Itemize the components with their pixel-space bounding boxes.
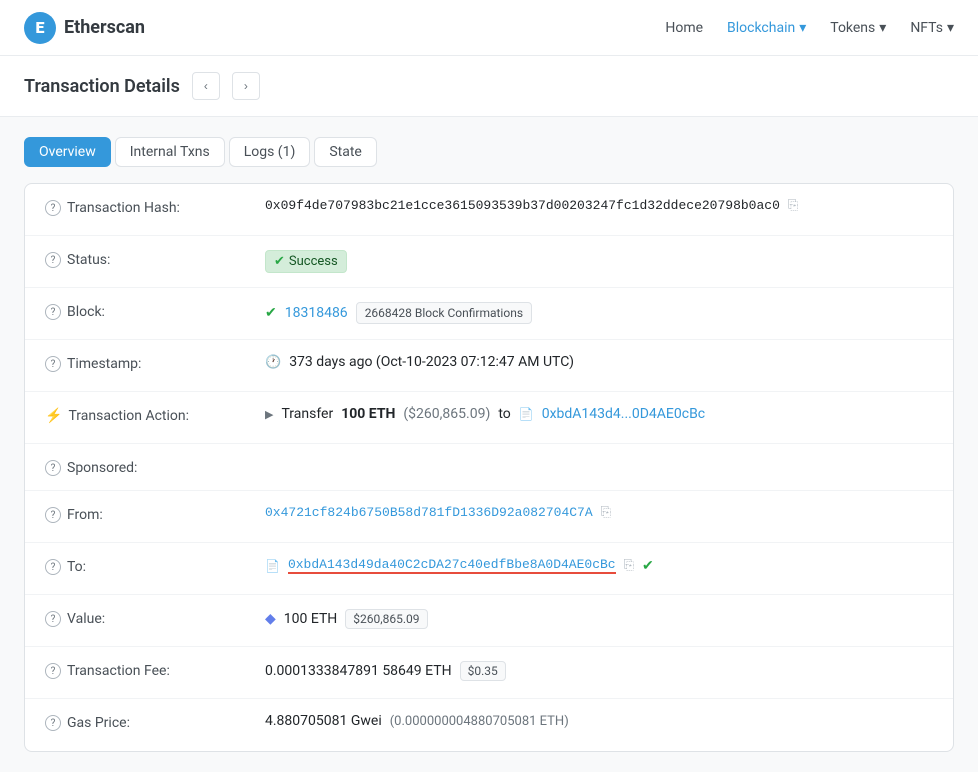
contract-doc-icon: 📄 [519, 407, 534, 421]
status-row: ? Status: ✔ Success [25, 236, 953, 288]
eth-diamond-icon: ◆ [265, 611, 276, 627]
transaction-fee-value: 0.0001333847891 58649 ETH $0.35 [265, 661, 933, 681]
to-row: ? To: 📄 0xbdA143d49da40C2cDA27c40edfBbe8… [25, 543, 953, 595]
value-amount: ◆ 100 ETH $260,865.09 [265, 609, 933, 629]
to-address-link[interactable]: 0xbdA143d49da40C2cDA27c40edfBbe8A0D4AE0c… [288, 557, 616, 574]
page-title: Transaction Details [24, 76, 180, 97]
nav-tokens[interactable]: Tokens ▾ [830, 20, 886, 36]
transaction-action-value: ▶ Transfer 100 ETH ($260,865.09) to 📄 0x… [265, 406, 933, 422]
prev-nav-button[interactable]: ‹ [192, 72, 220, 100]
logo[interactable]: E Etherscan [24, 12, 145, 44]
gas-price-label: ? Gas Price: [45, 713, 265, 731]
check-icon: ✔ [274, 254, 285, 269]
block-check-icon: ✔ [265, 305, 277, 321]
tab-overview[interactable]: Overview [24, 137, 111, 167]
nfts-chevron-icon: ▾ [947, 20, 954, 36]
header: E Etherscan Home Blockchain ▾ Tokens ▾ N… [0, 0, 978, 56]
from-help-icon[interactable]: ? [45, 507, 61, 523]
blockchain-chevron-icon: ▾ [799, 20, 806, 36]
clock-icon: 🕐 [265, 355, 281, 370]
block-help-icon[interactable]: ? [45, 304, 61, 320]
transaction-action-label: ⚡ Transaction Action: [45, 406, 265, 424]
gas-price-value: 4.880705081 Gwei (0.000000004880705081 E… [265, 713, 933, 729]
timestamp-label: ? Timestamp: [45, 354, 265, 372]
tabs-container: Overview Internal Txns Logs (1) State [24, 137, 954, 167]
to-doc-icon: 📄 [265, 559, 280, 573]
transaction-fee-label: ? Transaction Fee: [45, 661, 265, 679]
action-usd: ($260,865.09) [403, 406, 490, 422]
status-label: ? Status: [45, 250, 265, 268]
sponsored-label: ? Sponsored: [45, 458, 265, 476]
gas-price-help-icon[interactable]: ? [45, 715, 61, 731]
from-row: ? From: 0x4721cf824b6750B58d781fD1336D92… [25, 491, 953, 543]
sponsored-row: ? Sponsored: [25, 444, 953, 491]
from-label: ? From: [45, 505, 265, 523]
gas-price-row: ? Gas Price: 4.880705081 Gwei (0.0000000… [25, 699, 953, 751]
transaction-hash-label: ? Transaction Hash: [45, 198, 265, 216]
block-value: ✔ 18318486 2668428 Block Confirmations [265, 302, 933, 324]
logo-icon: E [24, 12, 56, 44]
from-copy-icon[interactable]: ⎘ [601, 505, 611, 520]
tab-internal-txns[interactable]: Internal Txns [115, 137, 225, 167]
transaction-hash-help-icon[interactable]: ? [45, 200, 61, 216]
to-label: ? To: [45, 557, 265, 575]
to-value: 📄 0xbdA143d49da40C2cDA27c40edfBbe8A0D4AE… [265, 557, 933, 574]
action-prefix: Transfer [281, 406, 333, 422]
action-to-address-link[interactable]: 0xbdA143d4...0D4AE0cBc [542, 406, 705, 422]
to-verified-icon: ✔ [642, 558, 654, 574]
nav-home[interactable]: Home [665, 20, 703, 36]
transaction-hash-value: 0x09f4de707983bc21e1cce3615093539b37d002… [265, 198, 933, 213]
transaction-hash-copy-icon[interactable]: ⎘ [788, 198, 798, 213]
transaction-fee-usd-badge: $0.35 [460, 661, 506, 681]
sponsored-help-icon[interactable]: ? [45, 460, 61, 476]
status-help-icon[interactable]: ? [45, 252, 61, 268]
tab-logs[interactable]: Logs (1) [229, 137, 311, 167]
nav-nfts[interactable]: NFTs ▾ [910, 20, 954, 36]
page-header: Transaction Details ‹ › [0, 56, 978, 117]
transaction-hash-text: 0x09f4de707983bc21e1cce3615093539b37d002… [265, 198, 780, 213]
value-usd-badge: $260,865.09 [345, 609, 427, 629]
to-copy-icon[interactable]: ⎘ [624, 558, 634, 573]
main-content: Overview Internal Txns Logs (1) State ? … [0, 117, 978, 772]
value-label: ? Value: [45, 609, 265, 627]
action-arrow-icon: ▶ [265, 408, 273, 421]
logo-text: Etherscan [64, 17, 145, 38]
confirmations-badge: 2668428 Block Confirmations [356, 302, 532, 324]
block-number-link[interactable]: 18318486 [285, 305, 348, 321]
tokens-chevron-icon: ▾ [879, 20, 886, 36]
tab-state[interactable]: State [314, 137, 377, 167]
transaction-fee-help-icon[interactable]: ? [45, 663, 61, 679]
value-help-icon[interactable]: ? [45, 611, 61, 627]
from-value: 0x4721cf824b6750B58d781fD1336D92a082704C… [265, 505, 933, 520]
block-row: ? Block: ✔ 18318486 2668428 Block Confir… [25, 288, 953, 340]
status-badge: ✔ Success [265, 250, 347, 273]
nav-blockchain[interactable]: Blockchain ▾ [727, 20, 806, 36]
action-amount: 100 ETH [341, 406, 395, 422]
transaction-fee-row: ? Transaction Fee: 0.0001333847891 58649… [25, 647, 953, 699]
transaction-action-row: ⚡ Transaction Action: ▶ Transfer 100 ETH… [25, 392, 953, 444]
to-help-icon[interactable]: ? [45, 559, 61, 575]
value-row: ? Value: ◆ 100 ETH $260,865.09 [25, 595, 953, 647]
block-label: ? Block: [45, 302, 265, 320]
from-address-link[interactable]: 0x4721cf824b6750B58d781fD1336D92a082704C… [265, 505, 593, 520]
action-to-text: to [498, 406, 510, 422]
status-value: ✔ Success [265, 250, 933, 273]
timestamp-row: ? Timestamp: 🕐 373 days ago (Oct-10-2023… [25, 340, 953, 392]
detail-card: ? Transaction Hash: 0x09f4de707983bc21e1… [24, 183, 954, 752]
transaction-hash-row: ? Transaction Hash: 0x09f4de707983bc21e1… [25, 184, 953, 236]
timestamp-value: 🕐 373 days ago (Oct-10-2023 07:12:47 AM … [265, 354, 933, 370]
main-nav: Home Blockchain ▾ Tokens ▾ NFTs ▾ [665, 20, 954, 36]
timestamp-help-icon[interactable]: ? [45, 356, 61, 372]
gas-price-eth-text: (0.000000004880705081 ETH) [390, 714, 569, 729]
lightning-icon: ⚡ [45, 408, 62, 424]
next-nav-button[interactable]: › [232, 72, 260, 100]
